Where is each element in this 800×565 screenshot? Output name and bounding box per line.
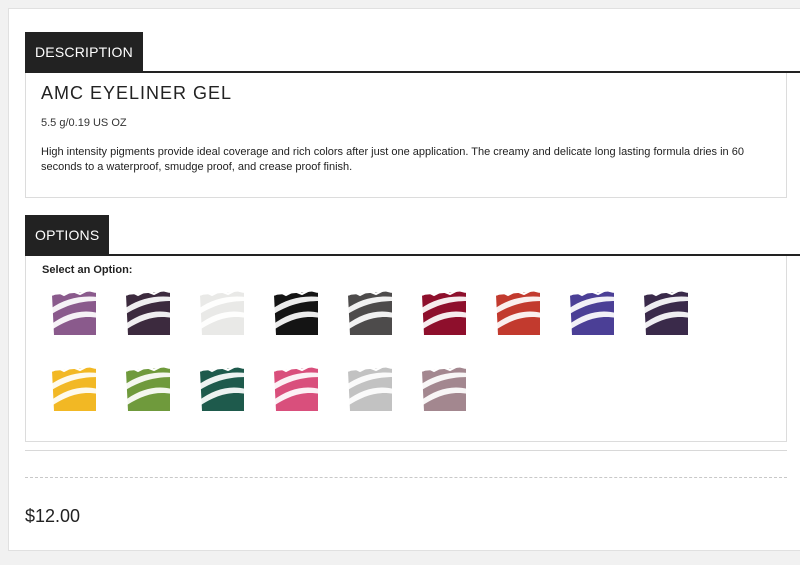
dashed-divider [25,477,787,478]
brush-stroke-icon [642,289,690,335]
product-price: $12.00 [25,506,81,526]
brush-stroke-icon [346,365,394,411]
color-swatch-12[interactable] [198,365,246,413]
color-swatch-7[interactable] [494,289,542,337]
color-swatch-6[interactable] [420,289,468,337]
options-tab[interactable]: OPTIONS [25,215,110,261]
color-swatch-10[interactable] [50,365,98,413]
options-tab-label: OPTIONS [35,227,100,243]
brush-stroke-icon [420,365,468,411]
brush-stroke-icon [272,289,320,335]
product-title: AMC EYELINER GEL [41,83,233,103]
color-swatch-1[interactable] [50,289,98,337]
brush-stroke-icon [568,289,616,335]
product-description: High intensity pigments provide ideal co… [41,146,744,173]
color-swatch-13[interactable] [272,365,320,413]
color-swatch-9[interactable] [642,289,690,337]
brush-stroke-icon [198,289,246,335]
brush-stroke-icon [50,365,98,411]
brush-stroke-icon [198,365,246,411]
color-swatch-4[interactable] [272,289,320,337]
select-option-label: Select an Option: [42,264,133,276]
brush-stroke-icon [494,289,542,335]
description-tab-label: DESCRIPTION [35,44,133,60]
brush-stroke-icon [124,289,172,335]
color-swatch-3[interactable] [198,289,246,337]
product-size: 5.5 g/0.19 US OZ [41,117,127,129]
color-swatch-15[interactable] [420,365,468,413]
description-tab[interactable]: DESCRIPTION [25,32,143,78]
color-swatch-grid [50,289,730,413]
color-swatch-5[interactable] [346,289,394,337]
divider [25,450,787,451]
brush-stroke-icon [124,365,172,411]
color-swatch-8[interactable] [568,289,616,337]
color-swatch-11[interactable] [124,365,172,413]
brush-stroke-icon [420,289,468,335]
color-swatch-14[interactable] [346,365,394,413]
brush-stroke-icon [272,365,320,411]
color-swatch-2[interactable] [124,289,172,337]
brush-stroke-icon [346,289,394,335]
brush-stroke-icon [50,289,98,335]
